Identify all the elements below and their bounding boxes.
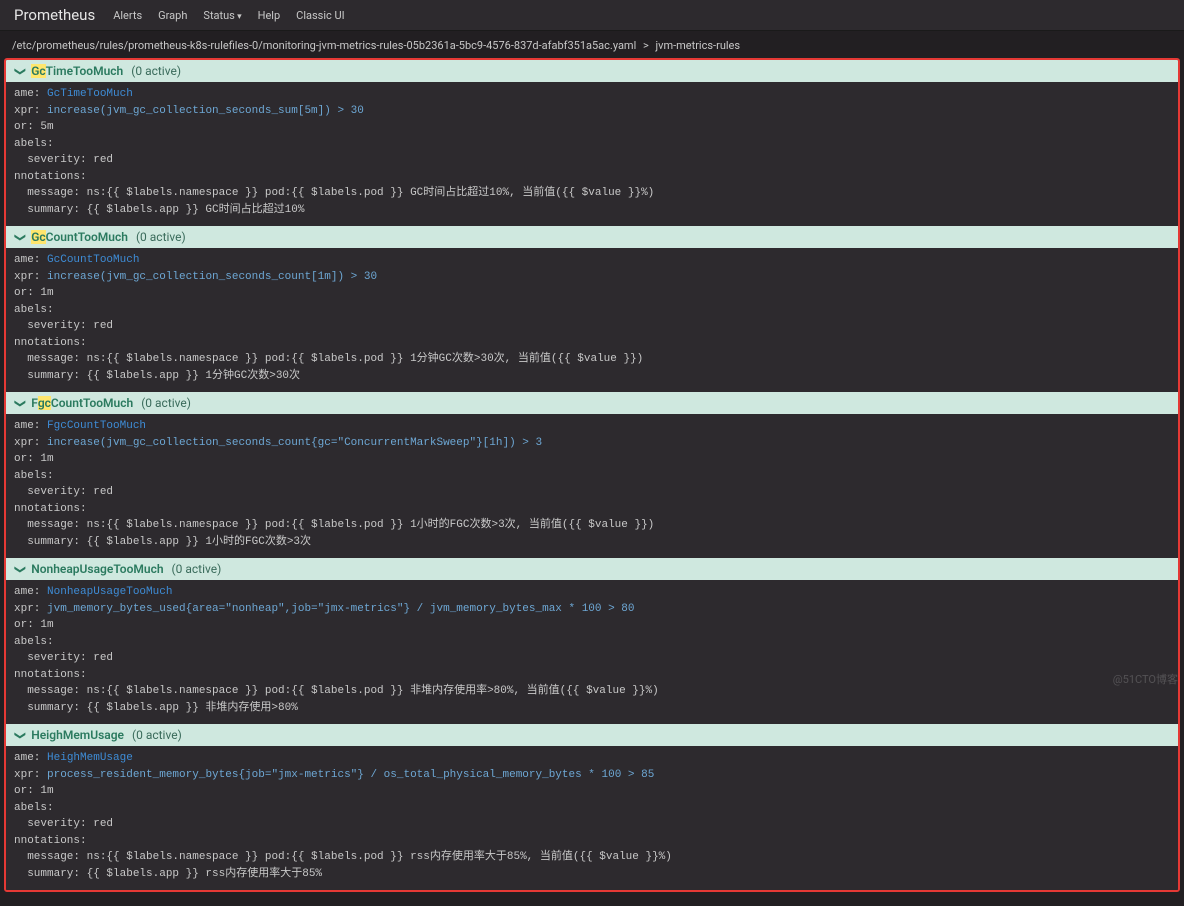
rule-name: GcTimeTooMuch [31, 64, 123, 78]
active-count: (0 active) [132, 728, 182, 742]
rule-header[interactable]: ❯ GcTimeTooMuch (0 active) [6, 60, 1178, 82]
active-count: (0 active) [172, 562, 222, 576]
chevron-right-icon: > [643, 39, 649, 52]
rule-yaml: ame: GcCountTooMuch xpr: increase(jvm_gc… [14, 252, 1170, 384]
chevron-down-icon: ❯ [14, 730, 27, 739]
rules-highlight-area: ❯ GcTimeTooMuch (0 active) ame: GcTimeTooMu… [4, 58, 1180, 892]
breadcrumb-group: jvm-metrics-rules [655, 39, 740, 52]
rule-yaml: ame: HeighMemUsage xpr: process_resident… [14, 750, 1170, 882]
nav-help[interactable]: Help [258, 9, 281, 22]
chevron-down-icon: ❯ [14, 398, 27, 407]
rule-name: NonheapUsageTooMuch [31, 562, 163, 576]
breadcrumb-path[interactable]: /etc/prometheus/rules/prometheus-k8s-rul… [12, 39, 636, 52]
rule-header[interactable]: ❯ NonheapUsageTooMuch (0 active) [6, 558, 1178, 580]
rule-name: HeighMemUsage [31, 728, 124, 742]
active-count: (0 active) [141, 396, 191, 410]
active-count: (0 active) [131, 64, 181, 78]
nav-classic-ui[interactable]: Classic UI [296, 9, 344, 22]
rule-name: FgcCountTooMuch [31, 396, 133, 410]
nav-alerts[interactable]: Alerts [113, 9, 142, 22]
rule-yaml: ame: FgcCountTooMuch xpr: increase(jvm_g… [14, 418, 1170, 550]
nav-links: Alerts Graph Status Help Classic UI [113, 9, 344, 22]
rule-yaml: ame: NonheapUsageTooMuch xpr: jvm_memory… [14, 584, 1170, 716]
rule-header[interactable]: ❯ GcCountTooMuch (0 active) [6, 226, 1178, 248]
nav-graph[interactable]: Graph [158, 9, 187, 22]
rule-body: ame: GcCountTooMuch xpr: increase(jvm_gc… [6, 248, 1178, 392]
rule-body: ame: NonheapUsageTooMuch xpr: jvm_memory… [6, 580, 1178, 724]
rule-name: GcCountTooMuch [31, 230, 128, 244]
nav-status[interactable]: Status [203, 9, 241, 22]
rule-body: ame: GcTimeTooMuch xpr: increase(jvm_gc_… [6, 82, 1178, 226]
top-navbar: Prometheus Alerts Graph Status Help Clas… [0, 0, 1184, 31]
watermark: @51CTO博客 [1113, 671, 1178, 687]
breadcrumb: /etc/prometheus/rules/prometheus-k8s-rul… [4, 35, 1180, 58]
rule-yaml: ame: GcTimeTooMuch xpr: increase(jvm_gc_… [14, 86, 1170, 218]
rule-header[interactable]: ❯ FgcCountTooMuch (0 active) [6, 392, 1178, 414]
rule-header[interactable]: ❯ HeighMemUsage (0 active) [6, 724, 1178, 746]
active-count: (0 active) [136, 230, 186, 244]
chevron-down-icon: ❯ [14, 564, 27, 573]
chevron-down-icon: ❯ [14, 66, 27, 75]
chevron-down-icon: ❯ [14, 232, 27, 241]
rule-body: ame: HeighMemUsage xpr: process_resident… [6, 746, 1178, 890]
page-body: /etc/prometheus/rules/prometheus-k8s-rul… [0, 31, 1184, 906]
brand-title[interactable]: Prometheus [14, 6, 95, 24]
rule-body: ame: FgcCountTooMuch xpr: increase(jvm_g… [6, 414, 1178, 558]
